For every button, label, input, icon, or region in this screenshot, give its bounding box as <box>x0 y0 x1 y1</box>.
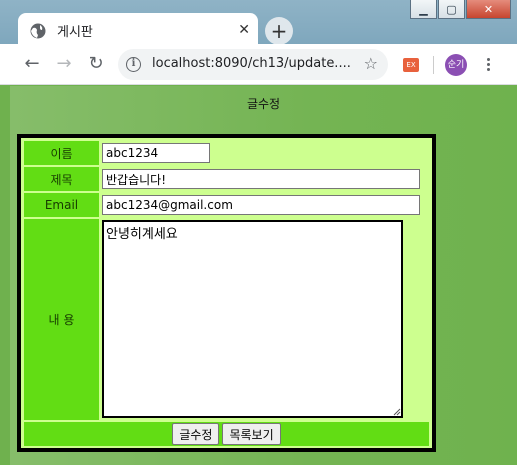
subject-input[interactable] <box>102 169 420 189</box>
content-label: 내 용 <box>24 219 99 420</box>
browser-toolbar: ← → ↻ i localhost:8090/ch13/update.... ☆… <box>0 44 517 85</box>
extension-icon[interactable]: EX <box>403 58 419 72</box>
tab-title: 게시판 <box>57 25 93 40</box>
edit-form-table: 이름 제목 Email 내 용 안녕히계세요 <box>17 134 436 452</box>
minimize-button[interactable]: ▁ <box>410 0 437 19</box>
list-view-button[interactable]: 목록보기 <box>222 423 281 445</box>
subject-cell <box>101 167 429 191</box>
submit-edit-button[interactable]: 글수정 <box>172 423 220 445</box>
content-cell: 안녕히계세요 <box>101 219 429 420</box>
content-row: 내 용 안녕히계세요 <box>24 219 429 420</box>
browser-tab[interactable]: 게시판 ✕ <box>18 13 258 48</box>
name-input[interactable] <box>102 143 210 163</box>
toolbar-divider <box>433 56 434 74</box>
name-label: 이름 <box>24 141 99 165</box>
info-icon[interactable]: i <box>126 57 141 72</box>
page-content: 글수정 이름 제목 Email 내 용 안녕히계세요 <box>10 86 517 465</box>
close-tab-icon[interactable]: ✕ <box>238 22 250 38</box>
back-arrow-icon[interactable]: ← <box>22 54 42 74</box>
url-text: localhost:8090/ch13/update.... <box>152 56 351 71</box>
content-textarea[interactable]: 안녕히계세요 <box>102 220 403 418</box>
maximize-button[interactable]: ▢ <box>438 0 465 19</box>
email-row: Email <box>24 193 429 217</box>
reload-icon[interactable]: ↻ <box>86 54 106 74</box>
button-row: 글수정 목록보기 <box>24 422 429 446</box>
email-label: Email <box>24 193 99 217</box>
star-icon[interactable]: ☆ <box>364 54 378 73</box>
forward-arrow-icon[interactable]: → <box>54 54 74 74</box>
plus-icon[interactable]: + <box>265 17 293 45</box>
more-menu-icon[interactable] <box>482 56 494 74</box>
window-titlebar: ▁ ▢ ✕ 게시판 ✕ + <box>0 0 517 48</box>
globe-icon <box>30 23 46 38</box>
subject-label: 제목 <box>24 167 99 191</box>
profile-avatar[interactable]: 순기 <box>445 54 467 76</box>
close-window-button[interactable]: ✕ <box>466 0 511 19</box>
window-controls: ▁ ▢ ✕ <box>409 0 511 22</box>
email-cell <box>101 193 429 217</box>
name-cell <box>101 141 429 165</box>
page-title: 글수정 <box>246 97 281 111</box>
address-bar[interactable]: i localhost:8090/ch13/update.... ☆ <box>118 49 388 80</box>
resize-grip-icon[interactable] <box>393 408 401 416</box>
email-input[interactable] <box>102 195 420 215</box>
name-row: 이름 <box>24 141 429 165</box>
subject-row: 제목 <box>24 167 429 191</box>
